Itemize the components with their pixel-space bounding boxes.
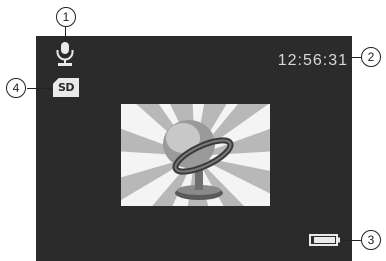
callout-storage: 4: [6, 78, 26, 98]
microphone-illustration: [121, 104, 270, 206]
clock-time: 12:56:31: [277, 52, 348, 69]
sd-card-label: SD: [57, 81, 75, 94]
microphone-icon: [56, 42, 74, 66]
callout-time: 2: [361, 47, 381, 67]
callout-leader: [27, 88, 52, 89]
record-mode-preview: [121, 104, 270, 206]
callout-mode-indicator: 1: [56, 7, 76, 27]
callout-leader: [343, 240, 361, 241]
callout-leader: [65, 27, 66, 42]
callout-leader: [348, 57, 361, 58]
callout-battery: 3: [361, 230, 381, 250]
battery-icon: [309, 234, 340, 246]
